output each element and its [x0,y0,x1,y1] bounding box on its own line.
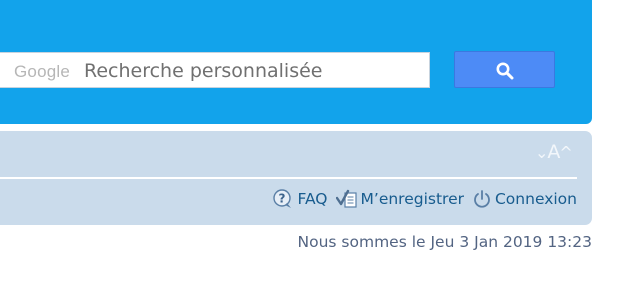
google-brand-mark: Google [14,62,71,81]
search-button[interactable] [454,51,555,88]
register-icon [335,189,358,209]
register-link[interactable]: M’enregistrer [335,189,464,209]
site-header: Google Recherche personnalisée [0,0,592,124]
login-label: Connexion [494,190,577,208]
faq-label: FAQ [297,190,328,208]
page: Google Recherche personnalisée ⌄A^ ? FAQ… [0,0,621,306]
power-icon [472,189,492,209]
faq-link[interactable]: ? FAQ [272,189,328,209]
font-decrease-button[interactable]: ⌄ [535,143,548,162]
navbar-divider [0,177,577,179]
nav-links: ? FAQ M’enregistrer Connexion [272,189,577,209]
navbar: ⌄A^ ? FAQ M’enregistrer Connexion [0,131,592,225]
login-link[interactable]: Connexion [472,189,577,209]
register-label: M’enregistrer [360,190,464,208]
faq-icon: ? [272,189,294,209]
svg-text:?: ? [279,192,286,206]
font-size-controls: ⌄A^ [535,141,573,163]
search-placeholder: Recherche personnalisée [84,60,323,82]
search-icon [496,62,514,80]
current-date-text: Nous sommes le Jeu 3 Jan 2019 13:23 [297,233,592,251]
font-increase-button[interactable]: ^ [559,143,572,162]
search-input[interactable]: Google Recherche personnalisée [0,52,430,88]
font-size-label: A [547,141,560,163]
